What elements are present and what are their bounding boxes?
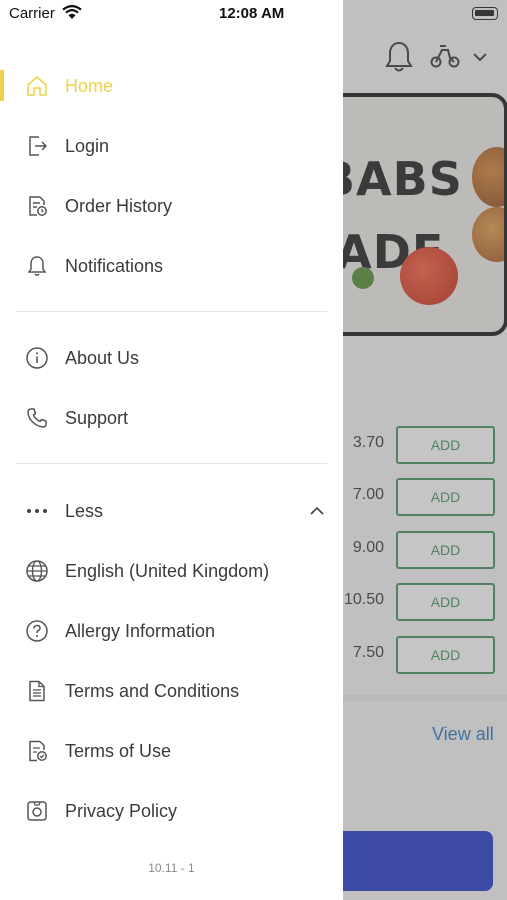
menu-item-label: Less — [65, 500, 104, 521]
menu-item-label: Login — [65, 135, 110, 156]
carrier-label: Carrier — [9, 5, 55, 22]
wifi-icon — [62, 5, 82, 25]
clock: 12:08 AM — [219, 5, 285, 22]
chevron-up-icon[interactable] — [309, 503, 325, 524]
menu-item-about-us[interactable]: About Us — [0, 336, 343, 380]
terms-check-icon — [24, 738, 50, 764]
menu-item-terms-of-use[interactable]: Terms of Use — [0, 729, 343, 773]
menu-item-label: English (United Kingdom) — [65, 560, 270, 581]
question-icon — [24, 618, 50, 644]
home-icon — [24, 73, 50, 99]
menu-item-language[interactable]: English (United Kingdom) — [0, 549, 343, 593]
menu-item-order-history[interactable]: Order History — [0, 184, 343, 228]
menu-item-label: About Us — [65, 347, 140, 368]
side-drawer: Carrier 12:08 AM Home Login Order Histor… — [0, 0, 343, 900]
order-history-icon — [24, 193, 50, 219]
app-version: 10.11 - 1 — [148, 861, 195, 875]
menu-item-support[interactable]: Support — [0, 396, 343, 440]
menu-item-label: Privacy Policy — [65, 800, 178, 821]
menu-item-allergy-information[interactable]: Allergy Information — [0, 609, 343, 653]
document-icon — [24, 678, 50, 704]
menu-divider — [16, 311, 327, 312]
menu-item-label: Allergy Information — [65, 620, 216, 641]
menu-item-label: Terms of Use — [65, 740, 172, 761]
menu-item-label: Order History — [65, 195, 173, 216]
menu-item-login[interactable]: Login — [0, 124, 343, 168]
menu-divider — [16, 463, 327, 464]
menu-item-home[interactable]: Home — [0, 64, 343, 108]
more-dots-icon — [24, 498, 50, 524]
bell-icon — [24, 253, 50, 279]
phone-icon — [24, 405, 50, 431]
menu-item-label: Notifications — [65, 255, 164, 276]
menu-item-label: Terms and Conditions — [65, 680, 240, 701]
menu-item-privacy-policy[interactable]: Privacy Policy — [0, 789, 343, 833]
menu-item-label: Support — [65, 407, 129, 428]
login-icon — [24, 133, 50, 159]
menu-item-label: Home — [65, 75, 114, 96]
info-icon — [24, 345, 50, 371]
menu-item-terms-and-conditions[interactable]: Terms and Conditions — [0, 669, 343, 713]
menu-item-less-toggle[interactable]: Less — [0, 489, 343, 533]
privacy-icon — [24, 798, 50, 824]
menu-item-notifications[interactable]: Notifications — [0, 244, 343, 288]
globe-icon — [24, 558, 50, 584]
